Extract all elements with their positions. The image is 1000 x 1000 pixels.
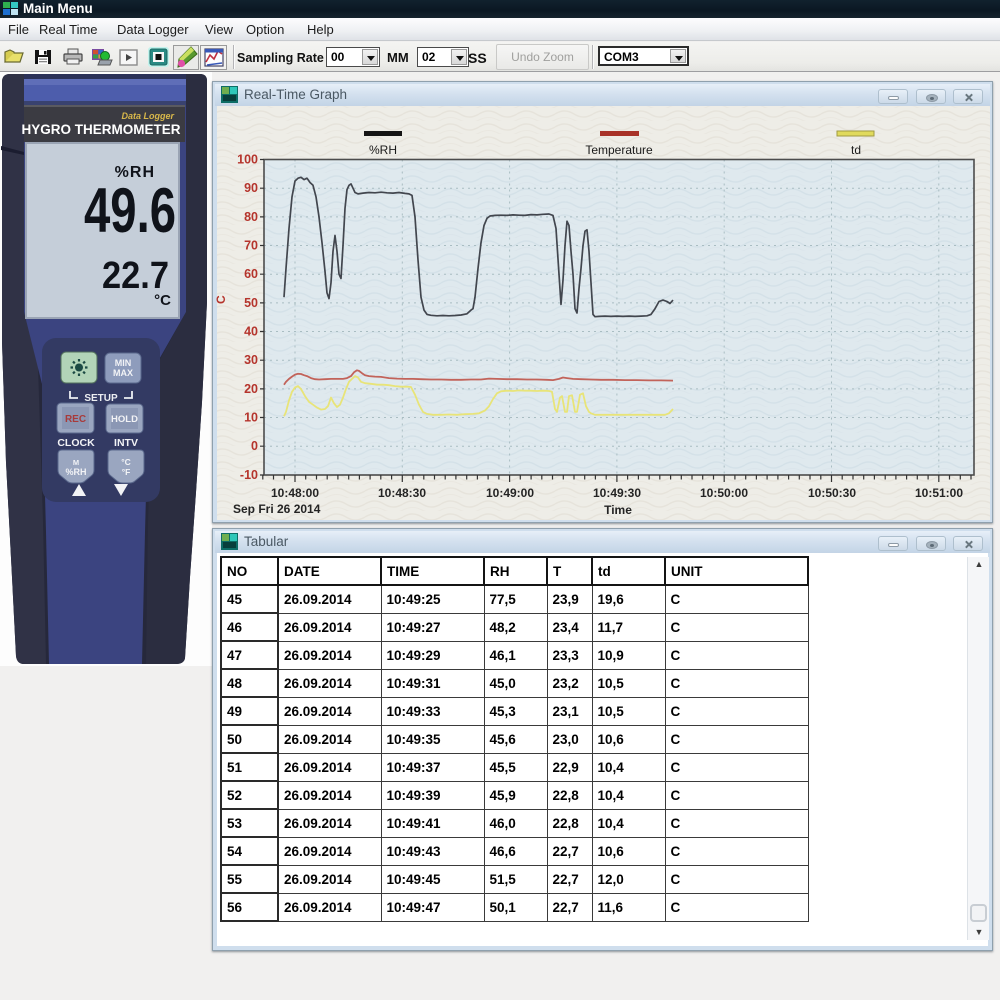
svg-text:HOLD: HOLD [111,414,138,425]
svg-text:90: 90 [244,181,258,195]
svg-text:10:51:00: 10:51:00 [915,486,963,500]
svg-text:60: 60 [244,267,258,281]
svg-text:Data Logger: Data Logger [121,111,174,121]
svg-text:50: 50 [244,296,258,310]
svg-text:°F: °F [122,467,131,477]
svg-text:C: C [214,295,228,304]
svg-text:10:48:30: 10:48:30 [378,486,426,500]
svg-text:70: 70 [244,239,258,253]
svg-text:40: 40 [244,325,258,339]
svg-text:80: 80 [244,210,258,224]
svg-text:Sep Fri 26 2014: Sep Fri 26 2014 [233,502,321,516]
svg-text:0: 0 [251,439,258,453]
svg-text:10:49:00: 10:49:00 [486,486,534,500]
svg-text:%RH: %RH [65,467,86,477]
svg-text:10: 10 [244,411,258,425]
svg-text:10:49:30: 10:49:30 [593,486,641,500]
svg-text:M: M [73,458,79,467]
svg-text:REC: REC [65,414,86,425]
svg-text:10:50:00: 10:50:00 [700,486,748,500]
svg-text:Time: Time [604,503,632,517]
svg-text:°C: °C [121,457,131,467]
svg-text:SETUP: SETUP [84,393,118,404]
svg-text:49.6: 49.6 [84,176,176,246]
svg-text:Temperature: Temperature [585,143,653,157]
svg-text:22.7: 22.7 [102,255,169,297]
svg-text:CLOCK: CLOCK [57,437,95,449]
svg-text:td: td [851,143,861,157]
svg-text:%RH: %RH [369,143,397,157]
svg-text:100: 100 [237,153,258,167]
svg-text:MIN: MIN [115,358,132,368]
svg-text:20: 20 [244,382,258,396]
svg-text:°C: °C [154,292,171,309]
svg-text:HYGRO THERMOMETER: HYGRO THERMOMETER [21,122,180,137]
svg-text:30: 30 [244,353,258,367]
svg-text:10:48:00: 10:48:00 [271,486,319,500]
svg-text:-10: -10 [240,468,258,482]
svg-text:10:50:30: 10:50:30 [808,486,856,500]
svg-text:MAX: MAX [113,368,133,378]
svg-text:INTV: INTV [114,437,138,449]
